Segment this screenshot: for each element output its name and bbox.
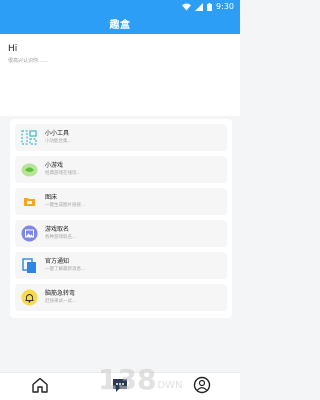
- tool-label: 脑筋急转弯: [45, 290, 76, 297]
- game-icon: [21, 161, 38, 178]
- watermark-suffix: DWN: [157, 380, 183, 391]
- tool-item-brain-teaser[interactable]: 脑筋急转弯 赶快来试一试...: [15, 284, 227, 311]
- nav-profile-button[interactable]: [192, 376, 212, 398]
- status-time: 9:30: [216, 2, 234, 11]
- tool-desc: 赶快来试一试...: [45, 299, 77, 304]
- signal-icon: [195, 2, 204, 11]
- greeting-title: Hi: [8, 44, 18, 54]
- greeting-panel: Hi 很高兴认识你……: [0, 34, 240, 116]
- tool-label: 小游戏: [45, 162, 64, 169]
- notice-copy-icon: [21, 257, 38, 274]
- tool-item-image-host[interactable]: 图床 一键生成图片链接...: [15, 188, 227, 215]
- nav-home-button[interactable]: [30, 377, 50, 397]
- wifi-icon: [182, 3, 192, 11]
- tool-label: 图床: [45, 194, 58, 201]
- watermark: 138 DWN: [98, 356, 183, 396]
- app-header: 趣盒: [0, 13, 240, 34]
- tool-item-mini-games[interactable]: 小游戏 经典游戏在线玩...: [15, 156, 227, 183]
- tool-desc: 一键生成图片链接...: [45, 203, 86, 208]
- tool-grid-icon: [21, 129, 38, 146]
- tool-desc: 小功能合集...: [45, 139, 72, 144]
- tool-list-card: 小小工具 小功能合集... 小游戏 经典游戏在线玩... 图床 一键生成图片链接…: [10, 119, 232, 318]
- home-icon: [31, 376, 49, 398]
- picture-icon: [21, 225, 38, 242]
- profile-icon: [193, 376, 211, 398]
- status-bar: 9:30: [0, 0, 240, 13]
- bell-icon: [21, 289, 38, 306]
- watermark-text: 138: [98, 363, 157, 396]
- tool-label: 小小工具: [45, 130, 70, 137]
- battery-icon: [207, 2, 213, 11]
- tool-item-game-naming[interactable]: 游戏取名 各种游戏取名...: [15, 220, 227, 247]
- tool-desc: 经典游戏在线玩...: [45, 171, 81, 176]
- tool-desc: 一键了解最新消息...: [45, 267, 86, 272]
- greeting-subtitle: 很高兴认识你……: [8, 58, 49, 64]
- tool-item-official-notice[interactable]: 官方通知 一键了解最新消息...: [15, 252, 227, 279]
- tool-item-small-tools[interactable]: 小小工具 小功能合集...: [15, 124, 227, 151]
- tool-label: 官方通知: [45, 258, 70, 265]
- tool-label: 游戏取名: [45, 226, 70, 233]
- status-indicators: 9:30: [182, 1, 234, 12]
- image-folder-icon: [21, 193, 38, 210]
- tool-desc: 各种游戏取名...: [45, 235, 77, 240]
- page-title: 趣盒: [109, 20, 131, 31]
